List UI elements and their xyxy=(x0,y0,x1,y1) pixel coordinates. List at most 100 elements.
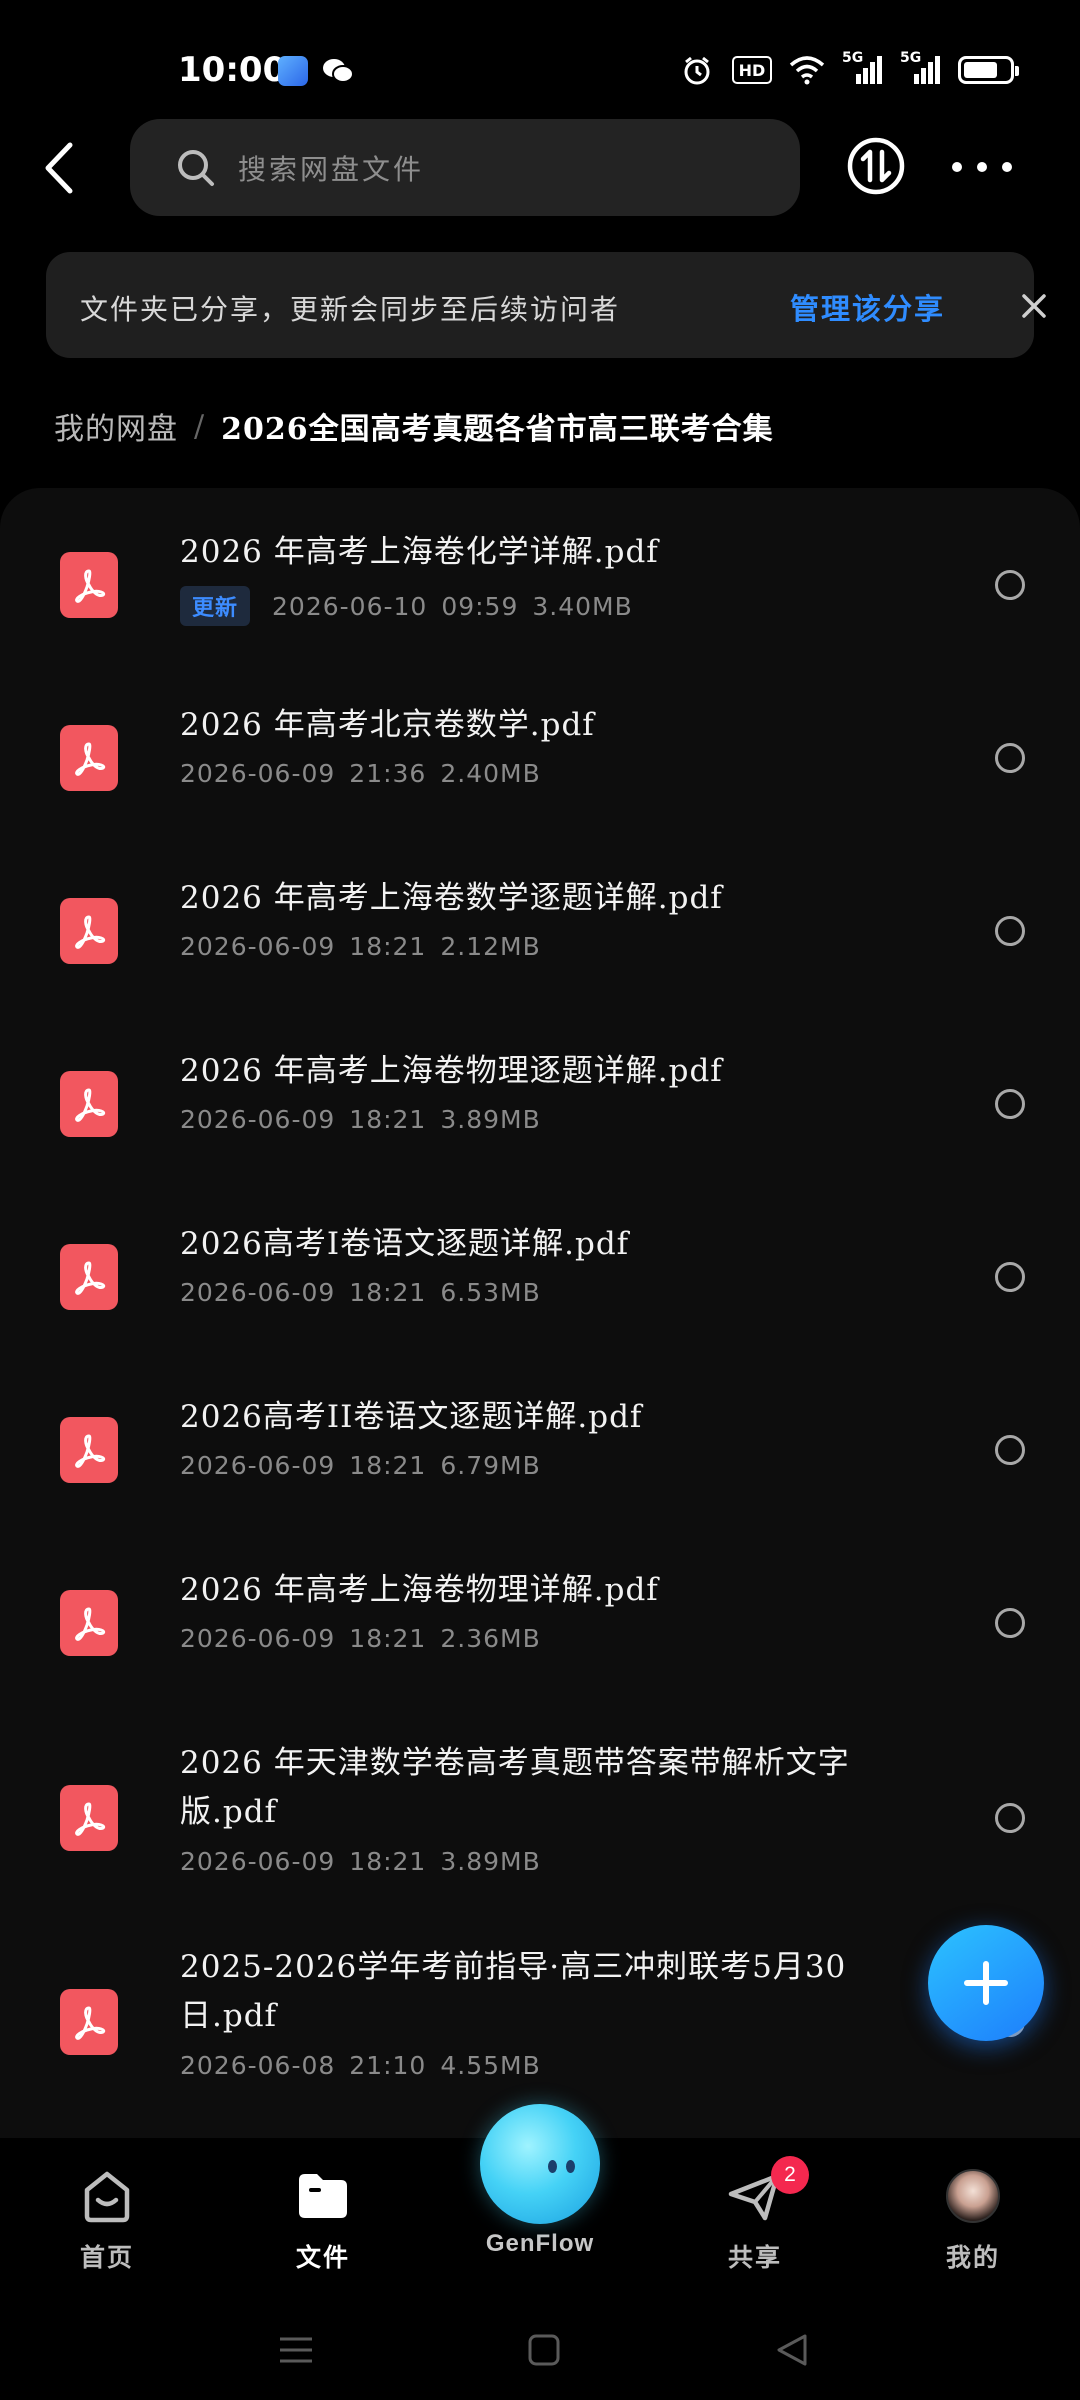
select-radio[interactable] xyxy=(995,1803,1025,1833)
gallery-app-icon xyxy=(278,56,308,86)
breadcrumb-root[interactable]: 我的网盘 xyxy=(54,404,178,448)
close-notice-button[interactable] xyxy=(1006,278,1062,334)
select-radio[interactable] xyxy=(995,1608,1025,1638)
wechat-icon xyxy=(322,56,354,86)
file-date: 2026-06-09 xyxy=(180,932,336,961)
dot-icon xyxy=(952,162,962,172)
back-button[interactable] xyxy=(34,136,84,200)
share-notice-banner: 文件夹已分享，更新会同步至后续访问者 管理该分享 xyxy=(46,252,1046,358)
file-meta: 2026-06-09 18:21 3.89MB xyxy=(180,1847,541,1876)
file-time: 21:10 xyxy=(349,2051,427,2080)
search-input[interactable]: 搜索网盘文件 xyxy=(130,119,800,216)
transfer-button[interactable] xyxy=(846,136,906,196)
file-row[interactable]: 2026 年高考北京卷数学.pdf 2026-06-09 21:36 2.40M… xyxy=(0,701,1080,851)
select-radio[interactable] xyxy=(995,743,1025,773)
system-nav-bar xyxy=(0,2300,1080,2400)
nav-files[interactable]: 文件 xyxy=(253,2166,393,2274)
updated-badge: 更新 xyxy=(180,586,251,626)
breadcrumb: 我的网盘 / 2026全国高考真题各省市高三联考合集 xyxy=(54,404,774,448)
file-meta: 更新 2026-06-10 09:59 3.40MB xyxy=(180,586,633,626)
pdf-file-icon xyxy=(60,1989,118,2055)
nav-me[interactable]: 我的 xyxy=(903,2166,1043,2274)
nav-home[interactable]: 首页 xyxy=(37,2166,177,2274)
file-date: 2026-06-09 xyxy=(180,1624,336,1653)
paper-plane-icon: 2 xyxy=(725,2156,809,2226)
back-system-button[interactable] xyxy=(772,2330,812,2370)
file-date: 2026-06-09 xyxy=(180,1451,336,1480)
recent-apps-button[interactable] xyxy=(276,2330,316,2370)
add-button[interactable] xyxy=(928,1925,1044,2041)
file-size: 4.55MB xyxy=(440,2051,541,2080)
chevron-left-icon xyxy=(45,142,73,194)
file-date: 2026-06-09 xyxy=(180,1278,336,1307)
file-time: 18:21 xyxy=(349,1278,427,1307)
status-bar: 10:00 HD 5G 5G xyxy=(0,0,1080,110)
file-size: 3.89MB xyxy=(440,1105,541,1134)
file-name: 2026高考I卷语文逐题详解.pdf xyxy=(180,1226,630,1262)
transfer-icon xyxy=(847,137,905,195)
square-icon xyxy=(528,2334,560,2366)
pdf-file-icon xyxy=(60,1417,118,1483)
file-name: 2025-2026学年考前指导·高三冲刺联考5月30日.pdf xyxy=(180,1949,847,2034)
search-placeholder: 搜索网盘文件 xyxy=(238,152,425,186)
home-system-button[interactable] xyxy=(524,2330,564,2370)
file-row[interactable]: 2026高考II卷语文逐题详解.pdf 2026-06-09 18:21 6.7… xyxy=(0,1393,1080,1543)
file-time: 18:21 xyxy=(349,1847,427,1876)
select-radio[interactable] xyxy=(995,570,1025,600)
file-meta: 2026-06-09 18:21 3.89MB xyxy=(180,1105,541,1134)
eye-icon xyxy=(566,2160,575,2173)
nav-share[interactable]: 2 共享 xyxy=(685,2156,825,2274)
file-name: 2026 年高考上海卷物理逐题详解.pdf xyxy=(180,1053,723,1089)
file-row[interactable]: 2026 年高考上海卷化学详解.pdf 更新 2026-06-10 09:59 … xyxy=(0,528,1080,678)
file-meta: 2026-06-09 18:21 2.12MB xyxy=(180,932,541,961)
file-row[interactable]: 2026 年高考上海卷物理逐题详解.pdf 2026-06-09 18:21 3… xyxy=(0,1047,1080,1197)
status-icons: HD 5G 5G xyxy=(678,50,1019,86)
nav-genflow[interactable]: GenFlow xyxy=(478,2104,602,2258)
notice-text: 文件夹已分享，更新会同步至后续访问者 xyxy=(80,293,621,326)
eye-icon xyxy=(548,2160,557,2173)
file-size: 6.79MB xyxy=(440,1451,541,1480)
wifi-icon xyxy=(788,54,826,86)
signal-5g-icon: 5G xyxy=(842,50,884,86)
more-options-button[interactable] xyxy=(952,150,1012,184)
file-meta: 2026-06-09 18:21 6.79MB xyxy=(180,1451,541,1480)
alarm-icon xyxy=(678,54,716,86)
file-name: 2026 年高考上海卷物理详解.pdf xyxy=(180,1572,659,1608)
battery-icon xyxy=(958,56,1019,84)
genflow-orb-icon xyxy=(480,2104,600,2224)
file-row[interactable]: 2026 年天津数学卷高考真题带答案带解析文字版.pdf 2026-06-09 … xyxy=(0,1739,1080,1929)
file-date: 2026-06-08 xyxy=(180,2051,336,2080)
file-row[interactable]: 2026高考I卷语文逐题详解.pdf 2026-06-09 18:21 6.53… xyxy=(0,1220,1080,1370)
file-name: 2026 年高考北京卷数学.pdf xyxy=(180,707,595,743)
file-list: 2026 年高考上海卷化学详解.pdf 更新 2026-06-10 09:59 … xyxy=(0,488,1080,2138)
dot-icon xyxy=(977,162,987,172)
file-time: 18:21 xyxy=(349,1451,427,1480)
file-date: 2026-06-09 xyxy=(180,1847,336,1876)
file-size: 6.53MB xyxy=(440,1278,541,1307)
nav-me-label: 我的 xyxy=(945,2243,1000,2272)
select-radio[interactable] xyxy=(995,1089,1025,1119)
nav-share-label: 共享 xyxy=(727,2243,782,2272)
home-icon xyxy=(77,2166,137,2226)
select-radio[interactable] xyxy=(995,916,1025,946)
select-radio[interactable] xyxy=(995,1262,1025,1292)
pdf-file-icon xyxy=(60,1244,118,1310)
breadcrumb-current: 2026全国高考真题各省市高三联考合集 xyxy=(221,412,774,447)
search-icon xyxy=(178,149,214,186)
pdf-file-icon xyxy=(60,1071,118,1137)
file-time: 18:21 xyxy=(349,1105,427,1134)
status-time: 10:00 xyxy=(178,50,287,90)
manage-share-link[interactable]: 管理该分享 xyxy=(790,286,945,328)
file-row[interactable]: 2026 年高考上海卷数学逐题详解.pdf 2026-06-09 18:21 2… xyxy=(0,874,1080,1024)
hd-icon: HD xyxy=(732,56,772,84)
file-date: 2026-06-09 xyxy=(180,759,336,788)
signal-5g-icon: 5G xyxy=(900,50,942,86)
file-time: 18:21 xyxy=(349,1624,427,1653)
nav-home-label: 首页 xyxy=(79,2243,134,2272)
select-radio[interactable] xyxy=(995,1435,1025,1465)
file-row[interactable]: 2026 年高考上海卷物理详解.pdf 2026-06-09 18:21 2.3… xyxy=(0,1566,1080,1716)
file-meta: 2026-06-09 21:36 2.40MB xyxy=(180,759,541,788)
file-time: 18:21 xyxy=(349,932,427,961)
file-name: 2026 年高考上海卷化学详解.pdf xyxy=(180,534,659,570)
bottom-nav: 首页 文件 GenFlow 2 共享 我的 xyxy=(0,2104,1080,2288)
